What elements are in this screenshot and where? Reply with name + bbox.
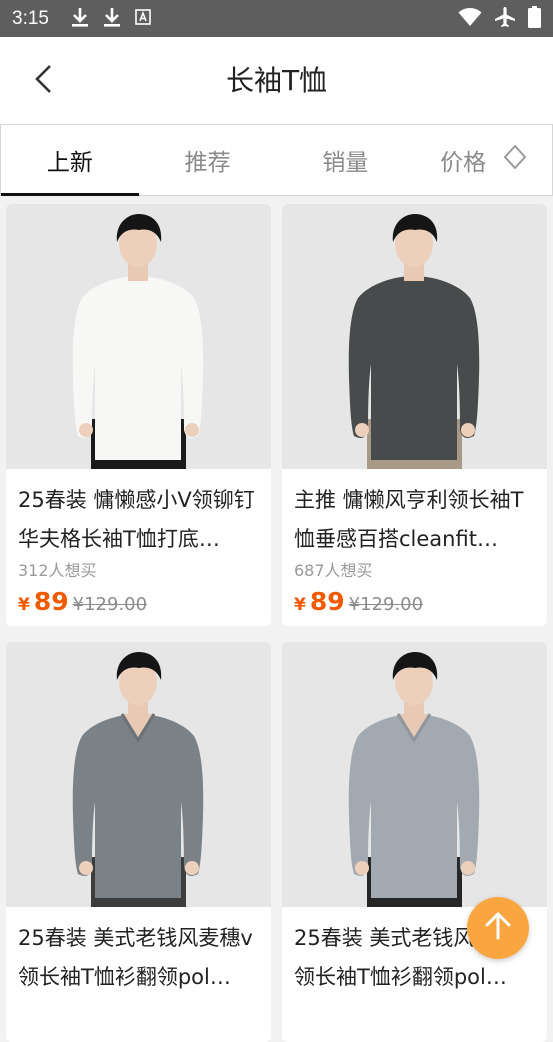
- product-card[interactable]: 主推 慵懒风亨利领长袖T恤垂感百搭cleanfit… 687人想买 ¥ 89 ¥…: [282, 204, 547, 626]
- tab-label: 推荐: [184, 150, 231, 176]
- product-card[interactable]: 25春装 美式老钱风麦穗v领长袖T恤衫翻领pol…: [6, 642, 271, 1042]
- currency-symbol: ¥: [18, 595, 30, 615]
- sort-tabs: 上新 推荐 销量 价格: [0, 124, 553, 196]
- product-image: [6, 204, 271, 469]
- arrow-up-icon: [483, 911, 513, 945]
- product-card[interactable]: 25春装 美式老钱风麦穗v领长袖T恤衫翻领pol…: [282, 642, 547, 1042]
- tab-recommended[interactable]: 推荐: [139, 125, 277, 195]
- tab-price[interactable]: 价格: [414, 125, 552, 195]
- airplane-icon: [494, 6, 516, 32]
- battery-icon: [528, 5, 541, 32]
- tab-newest[interactable]: 上新: [1, 125, 139, 196]
- status-bar: 3:15: [0, 0, 553, 37]
- price-row: ¥ 89 ¥129.00: [6, 587, 271, 625]
- original-price: ¥129.00: [72, 594, 148, 615]
- status-time: 3:15: [12, 7, 49, 29]
- product-title: 25春装 慵懒感小V领铆钉华夫格长袖T恤打底…: [18, 488, 255, 551]
- download-icon: [103, 7, 121, 31]
- product-title: 25春装 美式老钱风麦穗v领长袖T恤衫翻领pol…: [18, 926, 253, 989]
- wifi-icon: [458, 7, 482, 31]
- back-button[interactable]: [22, 59, 66, 103]
- want-count: 312人想买: [18, 561, 97, 580]
- text-icon: [135, 8, 151, 29]
- tab-label: 上新: [46, 150, 93, 176]
- sale-price: 89: [33, 587, 69, 616]
- product-image: [282, 204, 547, 469]
- tab-label: 销量: [322, 150, 369, 176]
- product-image: [282, 642, 547, 907]
- tab-sales[interactable]: 销量: [277, 125, 415, 195]
- page-title: 长袖T恤: [225, 64, 328, 97]
- scroll-to-top-button[interactable]: [467, 897, 529, 959]
- original-price: ¥129.00: [348, 594, 424, 615]
- download-icon: [71, 7, 89, 31]
- sale-price: 89: [309, 587, 345, 616]
- want-count: 687人想买: [294, 561, 373, 580]
- tab-label: 价格: [440, 150, 487, 176]
- back-icon: [34, 64, 54, 98]
- header: 长袖T恤: [0, 37, 553, 124]
- sort-icon: [503, 144, 527, 175]
- currency-symbol: ¥: [294, 595, 306, 615]
- product-card[interactable]: 25春装 慵懒感小V领铆钉华夫格长袖T恤打底… 312人想买 ¥ 89 ¥129…: [6, 204, 271, 626]
- product-title: 主推 慵懒风亨利领长袖T恤垂感百搭cleanfit…: [294, 488, 524, 551]
- price-row: ¥ 89 ¥129.00: [282, 587, 547, 625]
- product-image: [6, 642, 271, 907]
